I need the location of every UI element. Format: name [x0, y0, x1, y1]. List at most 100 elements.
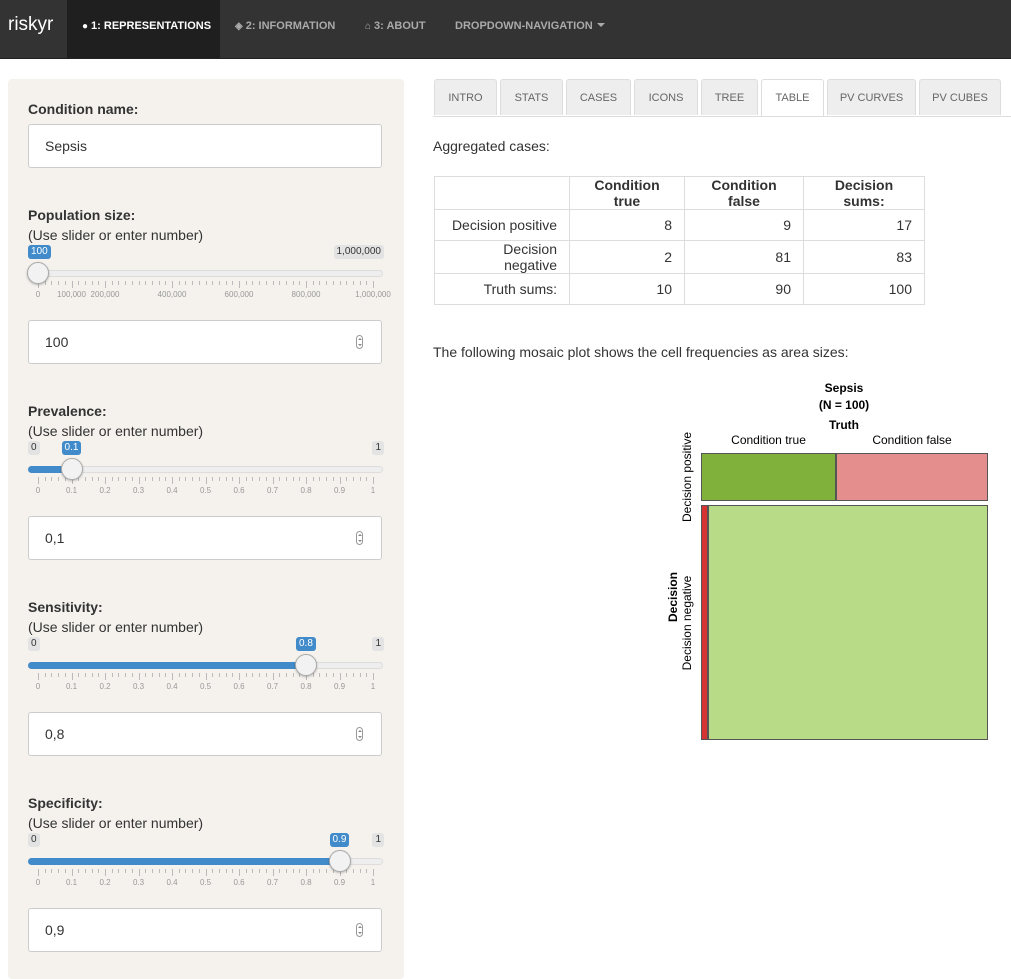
slider-major-tick [38, 869, 39, 876]
specificity-min-badge: 0 [28, 833, 40, 847]
slider-minor-tick [272, 281, 274, 285]
slider-minor-tick [285, 477, 287, 481]
slider-minor-tick [192, 869, 194, 873]
slider-tick-label: 0.1 [65, 682, 78, 691]
mosaic-cell-positive-true [701, 453, 837, 502]
tab-table[interactable]: TABLE [761, 79, 824, 116]
slider-tick-label: 0.2 [99, 878, 111, 887]
slider-tick-label: 0.2 [99, 486, 111, 495]
condition-name-input[interactable]: Sepsis [28, 124, 382, 168]
spinner-icon[interactable] [356, 335, 363, 349]
slider-minor-tick [91, 477, 93, 481]
population-slider-handle[interactable] [27, 262, 49, 284]
slider-major-tick [105, 673, 106, 680]
slider-minor-tick [346, 673, 348, 677]
spinner-icon[interactable] [356, 923, 363, 937]
slider-minor-tick [192, 281, 194, 285]
slider-minor-tick [178, 673, 180, 677]
slider-minor-tick [178, 869, 180, 873]
tab-intro[interactable]: INTRO [434, 79, 497, 115]
slider-minor-tick [332, 477, 334, 481]
slider-minor-tick [198, 869, 200, 873]
table-header-cell: Condition false [684, 176, 804, 210]
specificity-slider-handle[interactable] [328, 850, 351, 872]
slider-minor-tick [158, 281, 160, 285]
slider-major-tick [239, 477, 240, 484]
slider-minor-tick [185, 477, 187, 481]
slider-minor-tick [259, 869, 261, 873]
sensitivity-slider-handle[interactable] [295, 654, 317, 676]
prevalence-input[interactable]: 0,1 [28, 516, 382, 560]
sensitivity-input[interactable]: 0,8 [28, 712, 382, 756]
slider-minor-tick [232, 673, 234, 677]
tab-cases[interactable]: CASES [566, 79, 631, 115]
nav-dropdown-navigation[interactable]: DROPDOWN-NAVIGATION [455, 0, 605, 58]
population-slider-track[interactable] [28, 270, 383, 277]
population-slider[interactable]: 100 1,000,000 0 100,000 200,000 400,000 600,00… [27, 245, 391, 303]
slider-minor-tick [158, 477, 160, 481]
tab-stats[interactable]: STATS [500, 79, 563, 115]
sensitivity-label: Sensitivity: [28, 599, 103, 615]
mosaic-title: Sepsis [824, 381, 864, 395]
slider-major-tick [306, 477, 307, 484]
slider-minor-tick [332, 281, 334, 285]
table-header-cell: Decision sums: [803, 176, 925, 210]
slider-major-tick [71, 281, 73, 288]
slider-tick-label: 0.3 [132, 878, 145, 887]
slider-minor-tick [198, 673, 200, 677]
slider-minor-tick [245, 673, 247, 677]
slider-minor-tick [212, 869, 214, 873]
sensitivity-hint: (Use slider or enter number) [28, 619, 204, 635]
slider-minor-tick [292, 869, 294, 873]
slider-minor-tick [118, 869, 120, 873]
sensitivity-slider[interactable]: 0 1 0.8 0 0.1 0.2 0.3 0.4 0.5 0.6 0.7 0.8 0.9 1 [28, 637, 384, 695]
slider-tick-label: 0.5 [199, 486, 212, 495]
prevalence-slider[interactable]: 0 1 0.1 0 0.1 0.2 0.3 0.4 0.5 0.6 0.7 0.8 0.9 1 [28, 441, 384, 499]
slider-tick-label: 0.4 [166, 682, 178, 691]
sidebar-panel: Condition name: Sepsis Population size: … [8, 79, 404, 979]
prevalence-max-badge: 1 [372, 441, 384, 455]
slider-tick-label: 400,000 [157, 290, 187, 299]
mosaic-subtitle: (N = 100) [818, 398, 870, 412]
slider-minor-tick [118, 281, 120, 285]
mosaic-column-label: Condition false [872, 433, 952, 447]
nav-tab-about[interactable]: ⌂ 3: ABOUT [365, 0, 426, 58]
slider-major-tick [339, 477, 341, 484]
slider-major-tick [38, 477, 39, 484]
nav-tab-label: 1: REPRESENTATIONS [91, 20, 212, 32]
slider-major-tick [172, 281, 173, 288]
slider-minor-tick [285, 869, 287, 873]
slider-minor-tick [279, 477, 281, 481]
spinner-icon[interactable] [356, 531, 363, 545]
specificity-input[interactable]: 0,9 [28, 908, 382, 952]
slider-major-tick [373, 869, 374, 876]
slider-minor-tick [145, 869, 147, 873]
slider-major-tick [272, 477, 274, 484]
spinner-icon[interactable] [356, 727, 363, 741]
tab-tree[interactable]: TREE [701, 79, 758, 115]
sensitivity-slider-ticks: 0 0.1 0.2 0.3 0.4 0.5 0.6 0.7 0.8 0.9 1 [28, 673, 384, 693]
table-row: Decision negative 2 81 83 [434, 240, 925, 274]
slider-tick-label: 0.1 [65, 486, 78, 495]
slider-minor-tick [131, 869, 133, 873]
slider-major-tick [172, 673, 173, 680]
prevalence-slider-handle[interactable] [60, 458, 83, 480]
slider-minor-tick [98, 869, 100, 873]
slider-tick-label: 0 [35, 486, 41, 495]
slider-minor-tick [259, 477, 261, 481]
nav-tab-information[interactable]: ◈ 2: INFORMATION [235, 0, 335, 58]
population-input[interactable]: 100 [28, 320, 382, 364]
prevalence-hint: (Use slider or enter number) [28, 423, 204, 439]
tab-pv-cubes[interactable]: PV CUBES [919, 79, 1001, 115]
tab-icons[interactable]: ICONS [634, 79, 698, 115]
brand-logo[interactable]: riskyr [8, 14, 53, 36]
slider-major-tick [239, 673, 240, 680]
slider-minor-tick [339, 281, 341, 285]
specificity-slider[interactable]: 0 1 0.9 0 0.1 0.2 0.3 0.4 0.5 0.6 0.7 0.8 0.9 1 [28, 833, 384, 891]
slider-major-tick [306, 281, 307, 288]
slider-minor-tick [225, 673, 227, 677]
mosaic-row-label: Decision positive [680, 432, 694, 523]
slider-minor-tick [352, 281, 354, 285]
nav-tab-representations[interactable]: ● 1: REPRESENTATIONS [67, 0, 220, 58]
tab-pv-curves[interactable]: PV CURVES [827, 79, 916, 115]
